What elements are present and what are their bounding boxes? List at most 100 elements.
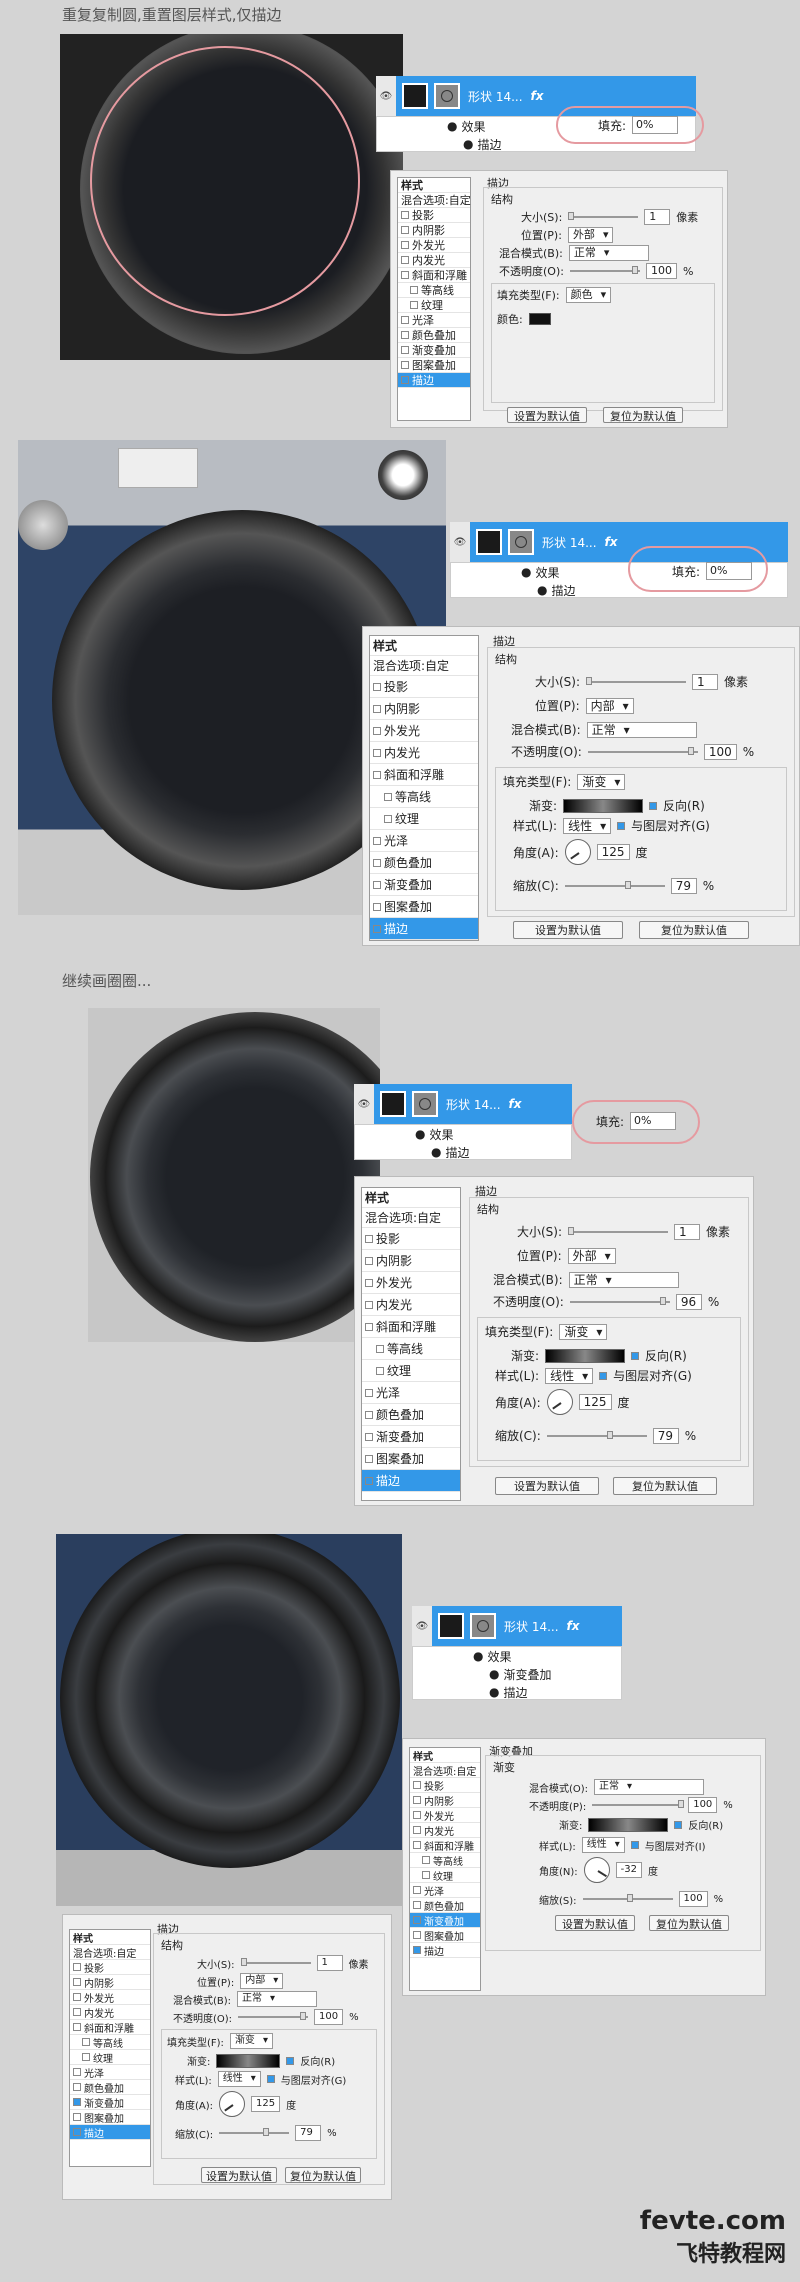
fx-icon[interactable]: fx bbox=[605, 535, 618, 549]
position-select[interactable]: 内部 ▾ bbox=[240, 1973, 284, 1989]
size-slider[interactable] bbox=[568, 1226, 669, 1235]
angle-dial-icon[interactable] bbox=[219, 2091, 246, 2117]
style-texture[interactable]: 纹理 bbox=[410, 1868, 480, 1883]
blend-options[interactable]: 混合选项:自定 bbox=[410, 1763, 480, 1778]
size-slider[interactable] bbox=[568, 212, 639, 220]
reset-default-button[interactable]: 复位为默认值 bbox=[285, 2167, 361, 2183]
style-outer-glow[interactable]: 外发光 bbox=[410, 1808, 480, 1823]
set-default-button[interactable]: 设置为默认值 bbox=[495, 1477, 599, 1495]
size-slider[interactable] bbox=[240, 1958, 311, 1966]
style-select[interactable]: 线性 ▾ bbox=[217, 2071, 261, 2087]
gradient-swatch[interactable] bbox=[563, 798, 644, 813]
style-texture[interactable]: 纹理 bbox=[70, 2050, 150, 2065]
fill-type-select[interactable]: 渐变 ▾ bbox=[559, 1323, 608, 1340]
size-input[interactable]: 1 bbox=[316, 1955, 343, 1971]
style-contour[interactable]: 等高线 bbox=[398, 283, 470, 298]
layer-row[interactable]: 👁 形状 14... fx bbox=[412, 1606, 622, 1646]
style-drop-shadow[interactable]: 投影 bbox=[410, 1778, 480, 1793]
style-texture[interactable]: 纹理 bbox=[370, 808, 478, 830]
style-stroke[interactable]: 描边 bbox=[370, 918, 478, 940]
gradient-swatch[interactable] bbox=[545, 1348, 626, 1363]
style-drop-shadow[interactable]: 投影 bbox=[70, 1960, 150, 1975]
scale-input[interactable]: 79 bbox=[652, 1427, 679, 1444]
eye-icon[interactable]: ● bbox=[463, 137, 473, 151]
style-pattern-overlay[interactable]: 图案叠加 bbox=[70, 2110, 150, 2125]
gradient-swatch[interactable] bbox=[216, 2053, 281, 2068]
angle-input[interactable]: 125 bbox=[578, 1394, 612, 1410]
style-color-overlay[interactable]: 颜色叠加 bbox=[370, 852, 478, 874]
style-inner-glow[interactable]: 内发光 bbox=[370, 742, 478, 764]
size-slider[interactable] bbox=[586, 676, 687, 685]
fill-type-select[interactable]: 颜色 ▾ bbox=[565, 287, 612, 303]
blend-options[interactable]: 混合选项:自定 bbox=[70, 1945, 150, 1960]
reset-default-button[interactable]: 复位为默认值 bbox=[603, 407, 683, 423]
gradient-swatch[interactable] bbox=[588, 1817, 669, 1832]
fx-icon[interactable]: fx bbox=[567, 1619, 580, 1633]
align-checkbox[interactable] bbox=[266, 2075, 275, 2083]
set-default-button[interactable]: 设置为默认值 bbox=[555, 1915, 635, 1931]
style-bevel[interactable]: 斜面和浮雕 bbox=[70, 2020, 150, 2035]
align-checkbox[interactable] bbox=[617, 821, 626, 830]
eye-icon[interactable]: ● bbox=[489, 1667, 499, 1681]
style-stroke[interactable]: 描边 bbox=[362, 1470, 460, 1492]
opacity-slider[interactable] bbox=[569, 266, 640, 274]
style-satin[interactable]: 光泽 bbox=[398, 313, 470, 328]
scale-input[interactable]: 79 bbox=[670, 877, 697, 894]
style-color-overlay[interactable]: 颜色叠加 bbox=[70, 2080, 150, 2095]
style-gradient-overlay[interactable]: 渐变叠加 bbox=[370, 874, 478, 896]
set-default-button[interactable]: 设置为默认值 bbox=[507, 407, 587, 423]
style-outer-glow[interactable]: 外发光 bbox=[70, 1990, 150, 2005]
blend-options[interactable]: 混合选项:自定 bbox=[370, 656, 478, 676]
opacity-input[interactable]: 100 bbox=[645, 263, 677, 279]
style-color-overlay[interactable]: 颜色叠加 bbox=[410, 1898, 480, 1913]
style-bevel[interactable]: 斜面和浮雕 bbox=[398, 268, 470, 283]
style-drop-shadow[interactable]: 投影 bbox=[362, 1228, 460, 1250]
position-select[interactable]: 内部 ▾ bbox=[585, 697, 634, 714]
style-pattern-overlay[interactable]: 图案叠加 bbox=[370, 896, 478, 918]
style-satin[interactable]: 光泽 bbox=[370, 830, 478, 852]
style-select[interactable]: 线性 ▾ bbox=[545, 1367, 594, 1384]
style-texture[interactable]: 纹理 bbox=[398, 298, 470, 313]
scale-slider[interactable] bbox=[219, 2128, 290, 2136]
fx-icon[interactable]: fx bbox=[531, 89, 544, 103]
opacity-input[interactable]: 96 bbox=[675, 1293, 702, 1310]
opacity-slider[interactable] bbox=[569, 1296, 670, 1305]
style-drop-shadow[interactable]: 投影 bbox=[398, 208, 470, 223]
angle-dial-icon[interactable] bbox=[564, 839, 591, 865]
blend-mode-select[interactable]: 正常 ▾ bbox=[594, 1779, 705, 1795]
eye-icon[interactable]: 👁 bbox=[376, 76, 396, 116]
style-contour[interactable]: 等高线 bbox=[70, 2035, 150, 2050]
style-satin[interactable]: 光泽 bbox=[362, 1382, 460, 1404]
style-inner-shadow[interactable]: 内阴影 bbox=[398, 223, 470, 238]
eye-icon[interactable]: 👁 bbox=[412, 1606, 432, 1646]
scale-slider[interactable] bbox=[582, 1894, 673, 1902]
opacity-slider[interactable] bbox=[592, 1800, 685, 1808]
style-inner-glow[interactable]: 内发光 bbox=[70, 2005, 150, 2020]
position-select[interactable]: 外部 ▾ bbox=[567, 227, 614, 243]
blend-mode-select[interactable]: 正常 ▾ bbox=[568, 1271, 679, 1288]
opacity-input[interactable]: 100 bbox=[703, 743, 737, 760]
opacity-slider[interactable] bbox=[587, 746, 698, 755]
blend-options[interactable]: 混合选项:自定 bbox=[398, 193, 471, 208]
style-select[interactable]: 线性 ▾ bbox=[563, 817, 612, 834]
style-stroke[interactable]: 描边 bbox=[410, 1943, 480, 1958]
eye-icon[interactable]: ● bbox=[521, 565, 531, 579]
eye-icon[interactable]: ● bbox=[415, 1127, 425, 1141]
style-bevel[interactable]: 斜面和浮雕 bbox=[410, 1838, 480, 1853]
style-satin[interactable]: 光泽 bbox=[70, 2065, 150, 2080]
style-gradient-overlay[interactable]: 渐变叠加 bbox=[70, 2095, 150, 2110]
eye-icon[interactable]: ● bbox=[489, 1685, 499, 1699]
reset-default-button[interactable]: 复位为默认值 bbox=[613, 1477, 717, 1495]
style-select[interactable]: 线性 ▾ bbox=[581, 1837, 625, 1853]
blend-options[interactable]: 混合选项:自定 bbox=[362, 1208, 460, 1228]
blend-mode-select[interactable]: 正常 ▾ bbox=[586, 721, 697, 738]
style-inner-shadow[interactable]: 内阴影 bbox=[362, 1250, 460, 1272]
reset-default-button[interactable]: 复位为默认值 bbox=[649, 1915, 729, 1931]
style-pattern-overlay[interactable]: 图案叠加 bbox=[362, 1448, 460, 1470]
style-outer-glow[interactable]: 外发光 bbox=[362, 1272, 460, 1294]
style-color-overlay[interactable]: 颜色叠加 bbox=[398, 328, 470, 343]
scale-input[interactable]: 100 bbox=[678, 1891, 708, 1907]
style-bevel[interactable]: 斜面和浮雕 bbox=[362, 1316, 460, 1338]
style-stroke[interactable]: 描边 bbox=[398, 373, 470, 388]
style-bevel[interactable]: 斜面和浮雕 bbox=[370, 764, 478, 786]
